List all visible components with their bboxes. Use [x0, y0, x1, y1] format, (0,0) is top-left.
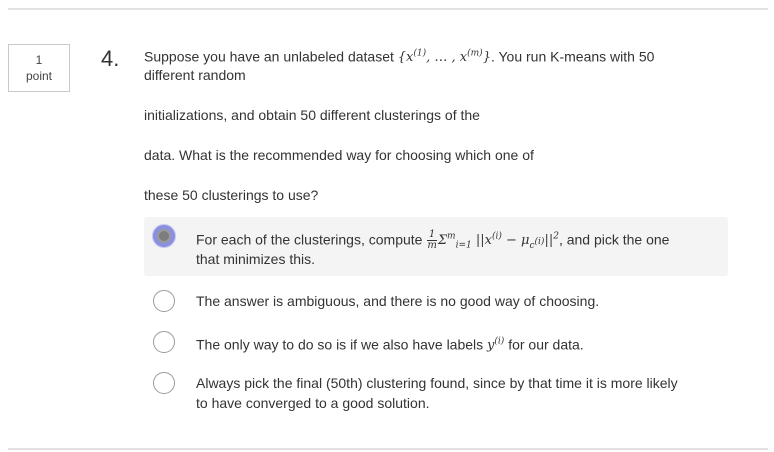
- radio-button[interactable]: [153, 290, 175, 312]
- cost-formula: 1 m Σmi=1 ||x(i) − μc(i)||2: [427, 229, 559, 252]
- option-3-prefix: The only way to do so is if we also have…: [196, 336, 488, 353]
- option-4-line-1: Always pick the final (50th) clustering …: [196, 375, 678, 391]
- option-2-text: The answer is ambiguous, and there is no…: [196, 293, 600, 309]
- points-value: 1: [35, 53, 43, 67]
- radio-button[interactable]: [153, 372, 175, 394]
- question-line-5: these 50 clusterings to use?: [144, 187, 319, 203]
- top-divider: [8, 8, 768, 10]
- question-line-3: initializations, and obtain 50 different…: [144, 107, 480, 123]
- option-1-prefix: For each of the clusterings, compute: [196, 231, 427, 248]
- question-text-suffix: . You run K-means with 50: [490, 48, 655, 65]
- option-3-suffix: for our data.: [504, 336, 584, 353]
- answer-option-4[interactable]: Always pick the final (50th) clustering …: [144, 371, 728, 415]
- radio-button[interactable]: [153, 331, 175, 353]
- points-badge: 1 point: [8, 44, 70, 92]
- answer-option-2[interactable]: The answer is ambiguous, and there is no…: [144, 289, 728, 313]
- answer-option-3[interactable]: The only way to do so is if we also have…: [144, 330, 728, 354]
- dataset-math: {x(1), … , x(m)}: [397, 49, 491, 66]
- label-math: y(i): [487, 337, 505, 354]
- question-line-2: different random: [144, 67, 246, 83]
- option-3-text: The only way to do so is if we also have…: [196, 332, 716, 356]
- bottom-divider: [8, 448, 768, 450]
- radio-button-checked[interactable]: [153, 225, 175, 247]
- option-1-line-2: that minimizes this.: [196, 251, 316, 267]
- option-4-line-2: to have converged to a good solution.: [196, 395, 430, 411]
- option-1-suffix: , and pick the one: [558, 231, 670, 248]
- points-unit: point: [25, 69, 53, 83]
- question-number: 4.: [101, 46, 120, 71]
- answer-option-1[interactable]: For each of the clusterings, compute 1mΣ…: [144, 217, 728, 276]
- question-line-4: data. What is the recommended way for ch…: [144, 147, 534, 163]
- question-text-prefix: Suppose you have an unlabeled dataset: [144, 48, 398, 65]
